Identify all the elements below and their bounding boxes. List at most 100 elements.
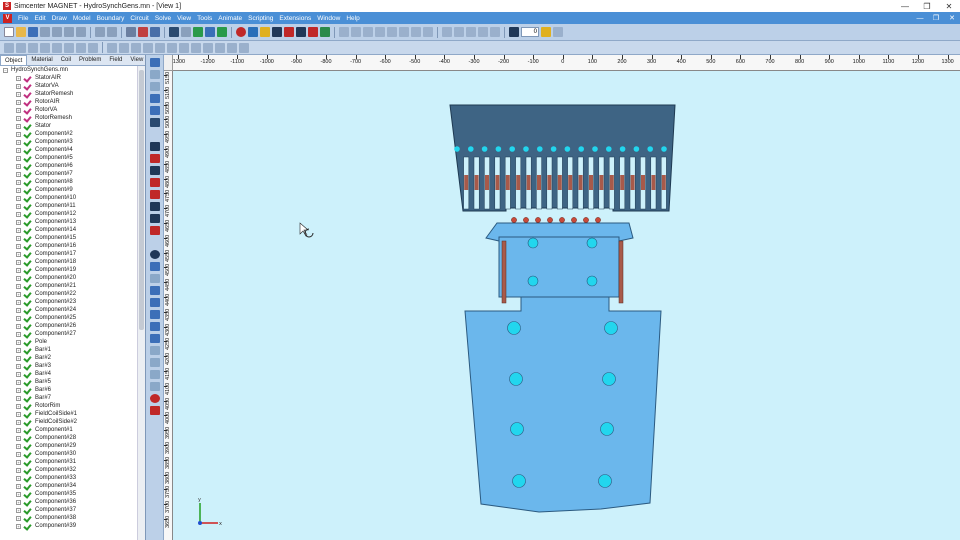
circle-tool-icon[interactable]: [150, 27, 160, 37]
expand-icon[interactable]: +: [16, 467, 21, 473]
extrude-icon[interactable]: [193, 27, 203, 37]
expand-icon[interactable]: +: [16, 147, 21, 153]
redo-icon[interactable]: [107, 27, 117, 37]
tree-item[interactable]: + Component#6: [0, 162, 138, 170]
model-view-canvas[interactable]: y x: [173, 71, 960, 540]
pole-body[interactable]: [498, 236, 620, 298]
tree-item[interactable]: + FieldCoilSide#1: [0, 410, 138, 418]
expand-icon[interactable]: +: [16, 195, 21, 201]
draw-rectangle-icon[interactable]: [155, 42, 165, 53]
expand-icon[interactable]: +: [16, 307, 21, 313]
select-face-icon[interactable]: [28, 42, 38, 53]
expand-icon[interactable]: +: [16, 83, 21, 89]
menu-boundary[interactable]: Boundary: [94, 15, 128, 22]
tree-item[interactable]: + StatorVA: [0, 82, 138, 90]
construction-circle-icon[interactable]: [149, 310, 160, 319]
draw-line-icon[interactable]: [107, 42, 117, 53]
tree-item[interactable]: + Component#20: [0, 274, 138, 282]
menu-draw[interactable]: Draw: [49, 15, 70, 22]
collapse-icon[interactable]: −: [3, 67, 8, 73]
menu-view[interactable]: View: [174, 15, 194, 22]
draw-circle-icon[interactable]: [131, 42, 141, 53]
zoom-out-icon[interactable]: [149, 106, 160, 115]
expand-icon[interactable]: +: [16, 187, 21, 193]
zoom-in-icon[interactable]: [149, 82, 160, 91]
expand-icon[interactable]: +: [16, 491, 21, 497]
tree-item[interactable]: + Component#7: [0, 170, 138, 178]
tree-item[interactable]: + Component#31: [0, 458, 138, 466]
expand-icon[interactable]: +: [16, 395, 21, 401]
tree-item[interactable]: + Component#27: [0, 330, 138, 338]
stator-section[interactable]: [449, 104, 676, 212]
expand-icon[interactable]: +: [16, 267, 21, 273]
shape-tool-icon[interactable]: [181, 27, 191, 37]
draw-polygon-icon[interactable]: [167, 42, 177, 53]
rotate-z-icon[interactable]: [478, 27, 488, 37]
select-coil-icon[interactable]: [149, 190, 160, 199]
draw-arc-icon[interactable]: [119, 42, 129, 53]
tree-item[interactable]: + Bar#3: [0, 362, 138, 370]
construction-point-icon[interactable]: [149, 322, 160, 331]
tree-item[interactable]: + Component#8: [0, 178, 138, 186]
expand-icon[interactable]: +: [16, 259, 21, 265]
expand-icon[interactable]: +: [16, 475, 21, 481]
zoom-fit-icon[interactable]: [149, 70, 160, 79]
tab-material[interactable]: Material: [27, 55, 56, 65]
solve-motion-icon[interactable]: [375, 27, 385, 37]
close-window-button[interactable]: ✕: [938, 2, 960, 11]
expand-icon[interactable]: +: [16, 179, 21, 185]
tree-item[interactable]: + Component#14: [0, 226, 138, 234]
solid-dark-icon[interactable]: [272, 27, 282, 37]
expand-icon[interactable]: +: [16, 387, 21, 393]
expand-icon[interactable]: +: [16, 203, 21, 209]
tree-item[interactable]: + Component#5: [0, 154, 138, 162]
menu-tools[interactable]: Tools: [194, 15, 215, 22]
expand-icon[interactable]: +: [16, 211, 21, 217]
expand-icon[interactable]: +: [16, 323, 21, 329]
select-body-icon[interactable]: [40, 42, 50, 53]
tree-item[interactable]: + Stator: [0, 122, 138, 130]
tree-item[interactable]: + Component#26: [0, 322, 138, 330]
tree-item[interactable]: + Component#39: [0, 522, 138, 530]
folder-link-icon[interactable]: [541, 27, 551, 37]
tree-item[interactable]: + Component#3: [0, 138, 138, 146]
ungroup-icon[interactable]: [88, 42, 98, 53]
solid-blue-icon[interactable]: [248, 27, 258, 37]
expand-icon[interactable]: +: [16, 443, 21, 449]
solid-cut-icon[interactable]: [296, 27, 306, 37]
expand-icon[interactable]: +: [16, 347, 21, 353]
expand-icon[interactable]: +: [16, 523, 21, 529]
rotate-icon[interactable]: [149, 358, 160, 367]
tree-item[interactable]: + Component#19: [0, 266, 138, 274]
group-icon[interactable]: [76, 42, 86, 53]
trim-icon[interactable]: [179, 42, 189, 53]
select-edge-icon[interactable]: [16, 42, 26, 53]
pan-icon[interactable]: [149, 118, 160, 127]
grid-icon[interactable]: [149, 262, 160, 271]
tree-item[interactable]: + Component#11: [0, 202, 138, 210]
menu-model[interactable]: Model: [70, 15, 94, 22]
expand-icon[interactable]: +: [16, 403, 21, 409]
menu-animate[interactable]: Animate: [215, 15, 245, 22]
expand-icon[interactable]: +: [16, 283, 21, 289]
tree-item[interactable]: + Bar#5: [0, 378, 138, 386]
model-geometry[interactable]: y x: [173, 71, 960, 540]
expand-icon[interactable]: +: [16, 499, 21, 505]
select-mode-icon[interactable]: [4, 42, 14, 53]
minimize-view-button[interactable]: —: [912, 15, 928, 22]
measure-icon[interactable]: [239, 42, 249, 53]
expand-icon[interactable]: +: [16, 227, 21, 233]
tree-item[interactable]: + Component#18: [0, 258, 138, 266]
expand-icon[interactable]: +: [16, 131, 21, 137]
view-options-icon[interactable]: [553, 27, 563, 37]
copy-icon[interactable]: [52, 27, 62, 37]
tree-item[interactable]: + Component#15: [0, 234, 138, 242]
restore-view-button[interactable]: ❐: [928, 14, 944, 22]
tree-item[interactable]: + Component#2: [0, 130, 138, 138]
select-body-tool-icon[interactable]: [149, 214, 160, 223]
tree-root-item[interactable]: − HydroSynchGens.mn: [0, 66, 138, 74]
select-edge-tool-icon[interactable]: [149, 154, 160, 163]
expand-icon[interactable]: +: [16, 363, 21, 369]
expand-icon[interactable]: +: [16, 75, 21, 81]
expand-icon[interactable]: +: [16, 251, 21, 257]
